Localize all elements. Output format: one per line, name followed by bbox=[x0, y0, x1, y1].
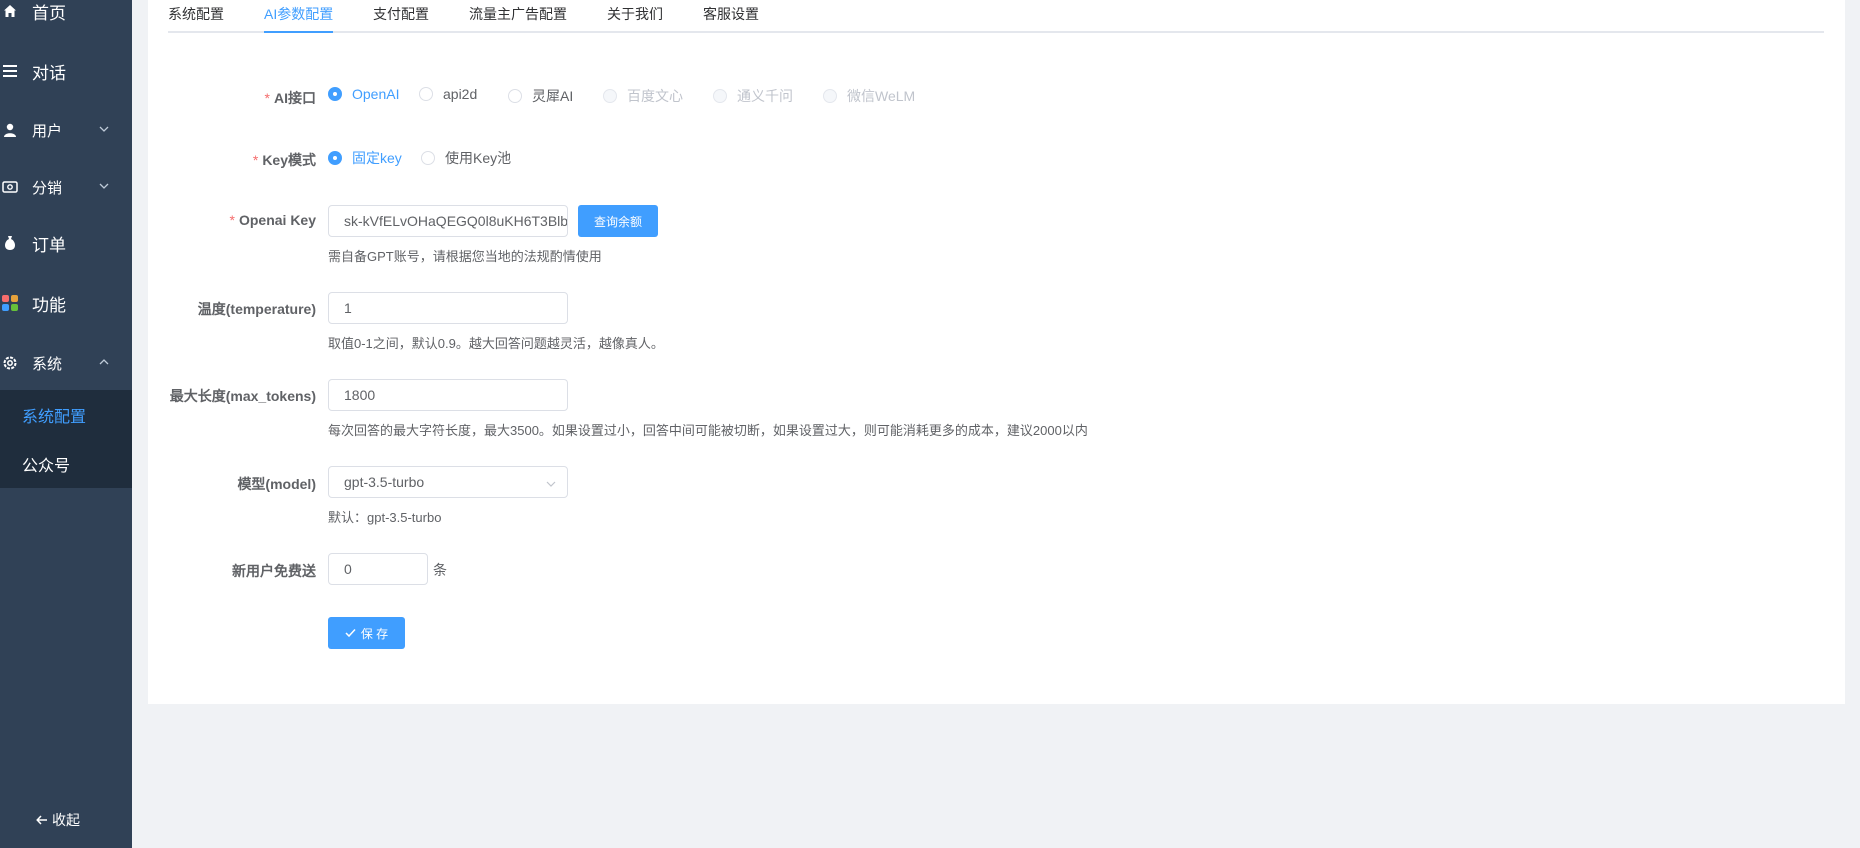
money-bag-icon bbox=[2, 235, 18, 251]
sidebar-item-label: 订单 bbox=[32, 235, 66, 255]
radio-baidu-wenxin: 百度文心 bbox=[603, 86, 683, 106]
tab-active-indicator bbox=[264, 31, 333, 33]
tab-customer-service[interactable]: 客服设置 bbox=[703, 4, 759, 24]
radio-tongyi-qianwen: 通义千问 bbox=[713, 86, 793, 106]
radio-fixed-key[interactable]: 固定key bbox=[328, 148, 402, 168]
ai-interface-label: * AI接口 bbox=[264, 90, 316, 106]
temperature-input[interactable]: 1 bbox=[328, 292, 568, 324]
model-select[interactable]: gpt-3.5-turbo bbox=[328, 466, 568, 498]
sidebar-item-label: 用户 bbox=[32, 122, 63, 140]
tab-ad-config[interactable]: 流量主广告配置 bbox=[469, 4, 567, 24]
radio-dot bbox=[823, 89, 837, 103]
check-balance-button[interactable]: 查询余额 bbox=[578, 205, 658, 237]
wallet-icon bbox=[2, 179, 18, 195]
sidebar-item-label: 对话 bbox=[32, 63, 66, 83]
openai-key-label: * Openai Key bbox=[229, 212, 316, 228]
chevron-down-icon bbox=[546, 481, 556, 487]
radio-dot bbox=[421, 151, 435, 165]
radio-wechat-welm: 微信WeLM bbox=[823, 86, 915, 106]
free-count-label: 新用户免费送 bbox=[232, 563, 316, 579]
openai-key-input[interactable]: sk-kVfELvOHaQEGQ0l8uKH6T3BlbkFJ bbox=[328, 205, 568, 237]
max-tokens-label: 最大长度(max_tokens) bbox=[169, 388, 316, 404]
chevron-down-icon bbox=[99, 183, 109, 189]
sidebar-item-orders[interactable]: 订单 bbox=[0, 218, 132, 268]
radio-api2d[interactable]: api2d bbox=[419, 86, 477, 102]
sidebar-item-chat[interactable]: 对话 bbox=[0, 46, 132, 96]
temperature-hint: 取值0-1之间，默认0.9。越大回答问题越灵活，越像真人。 bbox=[328, 336, 664, 351]
sidebar-item-distribution[interactable]: 分销 bbox=[0, 162, 132, 212]
max-tokens-hint: 每次回答的最大字符长度，最大3500。如果设置过小，回答中间可能被切断，如果设置… bbox=[328, 423, 1088, 438]
user-icon bbox=[2, 122, 18, 138]
collapse-label: 收起 bbox=[52, 812, 80, 828]
submenu-item-official-account[interactable]: 公众号 bbox=[0, 439, 132, 488]
tab-about-us[interactable]: 关于我们 bbox=[607, 4, 663, 24]
radio-dot bbox=[419, 87, 433, 101]
tab-system-config[interactable]: 系统配置 bbox=[168, 4, 224, 24]
arrow-left-icon bbox=[36, 815, 47, 825]
max-tokens-input[interactable]: 1800 bbox=[328, 379, 568, 411]
openai-key-hint: 需自备GPT账号，请根据您当地的法规酌情使用 bbox=[328, 249, 602, 264]
sidebar-item-label: 首页 bbox=[32, 3, 66, 23]
chevron-up-icon bbox=[99, 359, 109, 365]
key-mode-label: * Key模式 bbox=[252, 152, 316, 168]
save-button-label: 保 存 bbox=[360, 626, 389, 641]
gear-icon bbox=[2, 355, 18, 371]
model-select-value: gpt-3.5-turbo bbox=[344, 474, 425, 490]
free-count-input[interactable]: 0 bbox=[328, 553, 428, 585]
sidebar-item-user[interactable]: 用户 bbox=[0, 105, 132, 155]
sidebar: 首页 对话 用户 分销 订单 功能 系统 系统配置 公众号 收起 bbox=[0, 0, 132, 848]
tab-payment-config[interactable]: 支付配置 bbox=[373, 4, 429, 24]
sidebar-item-system[interactable]: 系统 bbox=[0, 338, 132, 388]
radio-openai[interactable]: OpenAI bbox=[328, 86, 399, 102]
check-icon bbox=[345, 628, 356, 638]
radio-dot bbox=[328, 87, 342, 101]
sidebar-item-features[interactable]: 功能 bbox=[0, 278, 132, 328]
radio-dot bbox=[603, 89, 617, 103]
sidebar-item-label: 分销 bbox=[32, 179, 63, 197]
radio-dot bbox=[328, 151, 342, 165]
model-hint: 默认：gpt-3.5-turbo bbox=[328, 510, 442, 525]
save-button[interactable]: 保 存 bbox=[328, 617, 405, 649]
grid-icon bbox=[2, 295, 18, 311]
tab-ai-params[interactable]: AI参数配置 bbox=[264, 4, 333, 24]
list-icon bbox=[2, 63, 18, 79]
model-label: 模型(model) bbox=[237, 476, 316, 492]
free-count-suffix: 条 bbox=[433, 562, 447, 578]
radio-key-pool[interactable]: 使用Key池 bbox=[421, 148, 511, 168]
sidebar-item-home[interactable]: 首页 bbox=[0, 0, 132, 36]
sidebar-item-label: 系统 bbox=[32, 355, 63, 373]
radio-dot bbox=[508, 89, 522, 103]
radio-dot bbox=[713, 89, 727, 103]
main-panel bbox=[148, 0, 1845, 704]
home-icon bbox=[2, 3, 18, 19]
radio-lingxi[interactable]: 灵犀AI bbox=[508, 86, 573, 106]
sidebar-item-label: 功能 bbox=[32, 295, 66, 315]
temperature-label: 温度(temperature) bbox=[197, 301, 316, 317]
chevron-down-icon bbox=[99, 126, 109, 132]
submenu-item-system-config[interactable]: 系统配置 bbox=[0, 390, 132, 439]
collapse-button[interactable]: 收起 bbox=[36, 810, 80, 830]
